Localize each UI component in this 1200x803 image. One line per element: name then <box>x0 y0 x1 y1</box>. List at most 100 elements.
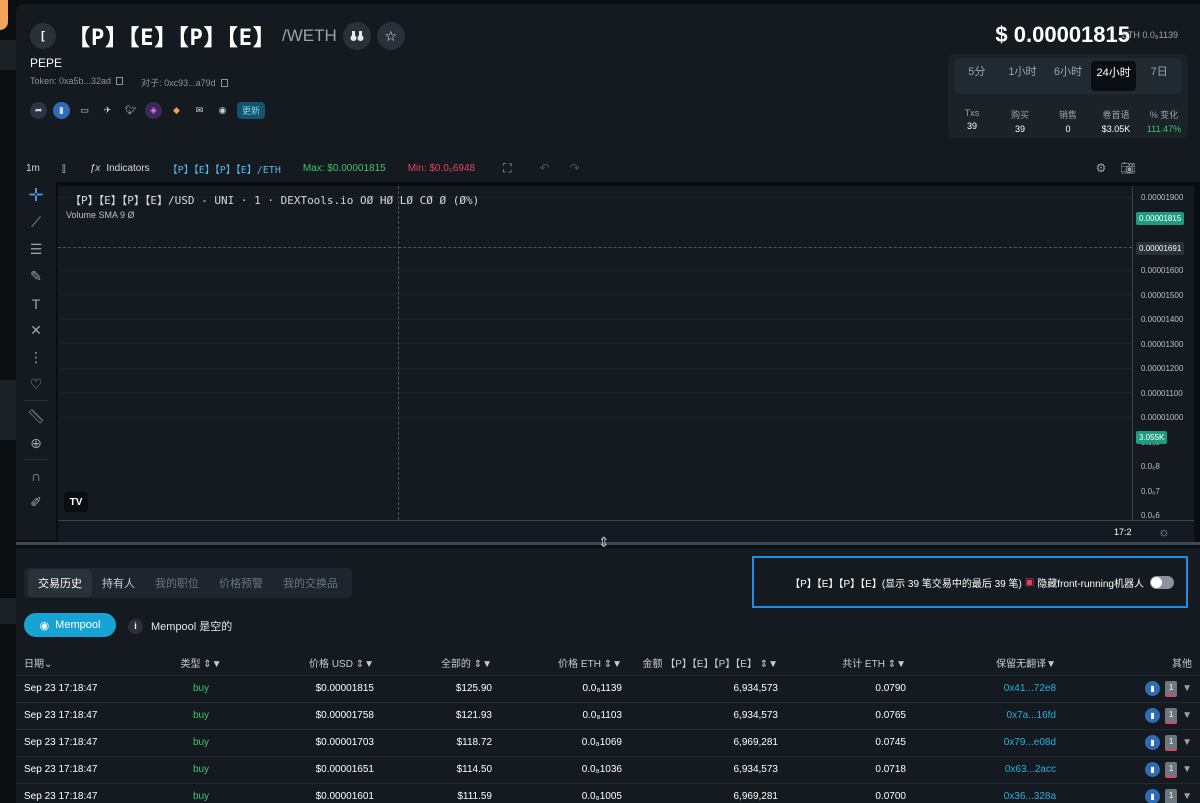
copy-icon[interactable] <box>116 77 124 85</box>
fib-tool-icon[interactable]: ☰ <box>16 236 56 263</box>
notification-tab[interactable] <box>0 0 8 30</box>
col-price-eth[interactable]: 价格 ETH ⇕▼ <box>500 651 630 675</box>
indicators-button[interactable]: ƒx Indicators <box>90 163 150 174</box>
chart-icon[interactable]: ▮ <box>53 102 70 119</box>
metamask-icon[interactable]: ◆ <box>168 102 185 119</box>
tab-my-positions[interactable]: 我的职位 <box>145 569 209 597</box>
trades-table: 日期⌄ 类型 ⇕▼ 价格 USD ⇕▼ 全部的 ⇕▼ 价格 ETH ⇕▼ 金额 … <box>16 651 1200 803</box>
cell-amount: 6,969,281 <box>630 782 786 803</box>
email-icon[interactable]: ✉ <box>191 102 208 119</box>
cell-total: $111.59 <box>382 782 500 803</box>
interval-selector[interactable]: 1m <box>26 163 40 174</box>
col-price-usd[interactable]: 价格 USD ⇕▼ <box>256 651 382 675</box>
settings-gear-icon[interactable]: ⚙ <box>1096 161 1107 175</box>
tx-count-badge[interactable]: 1 <box>1165 680 1178 697</box>
time-axis[interactable]: 17:2 ☼ <box>58 520 1194 542</box>
table-row[interactable]: Sep 23 17:18:47 buy $0.00001651 $114.50 0.0₈… <box>16 755 1200 783</box>
ruler-tool-icon[interactable]: 📏︎ <box>16 403 56 430</box>
cell-maker[interactable]: 0x63...2acc <box>914 755 1064 783</box>
cell-amount: 6,934,573 <box>630 701 786 729</box>
tab-holders[interactable]: 持有人 <box>92 569 145 597</box>
zoom-in-icon[interactable]: ⊕ <box>16 430 56 457</box>
table-row[interactable]: Sep 23 17:18:47 buy $0.00001601 $111.59 0.0₈… <box>16 782 1200 803</box>
robot-icon: ▣ <box>1024 576 1035 588</box>
table-row[interactable]: Sep 23 17:18:47 buy $0.00001815 $125.90 0.0₈… <box>16 674 1200 702</box>
pair-address[interactable]: 对子: 0xc93...a79d <box>141 76 228 89</box>
tab-6h[interactable]: 6小时 <box>1045 58 1091 94</box>
share-icon[interactable]: ➦ <box>30 102 47 119</box>
price-chart[interactable]: 【P】【E】【P】【E】/USD - UNI · 1 · DEXTools.io… <box>58 186 1132 520</box>
info-icon: i <box>128 618 143 634</box>
text-tool-icon[interactable]: T <box>16 290 56 317</box>
cell-maker[interactable]: 0x7a...16fd <box>914 701 1064 729</box>
fullscreen-icon[interactable]: ⛶ <box>503 161 511 176</box>
stats-grid: Txs 39 购买 39 销售 0 卷首语 $3.05K % 变化 111.47% <box>948 108 1188 134</box>
col-total-eth[interactable]: 共计 ETH ⇕▼ <box>786 651 914 675</box>
cell-other: ▮ 1 ▼ <box>1064 728 1200 756</box>
filter-icon[interactable]: ▼ <box>1182 710 1192 721</box>
cell-total-eth: 0.0700 <box>786 782 914 803</box>
tab-price-alerts[interactable]: 价格预警 <box>209 569 273 597</box>
projection-tool-icon[interactable]: ⋮ <box>16 344 56 371</box>
table-row[interactable]: Sep 23 17:18:47 buy $0.00001758 $121.93 0.0₈… <box>16 701 1200 729</box>
col-amount[interactable]: 金额 【P】【E】【P】【E】 ⇕▼ <box>630 651 786 675</box>
lock-drawing-icon[interactable]: ✐ <box>16 489 56 516</box>
token-address[interactable]: Token: 0xa5b...32ad <box>30 76 124 89</box>
tradingview-logo[interactable]: TV <box>64 492 88 512</box>
telegram-icon[interactable]: ✈ <box>99 102 116 119</box>
camera-icon[interactable]: 📷︎ <box>1120 161 1135 175</box>
tab-24h[interactable]: 24小时 <box>1090 61 1137 91</box>
candle-type-icon[interactable]: ⫾ <box>62 161 66 176</box>
cell-maker[interactable]: 0x79...e08d <box>914 728 1064 756</box>
undo-icon[interactable]: ↶ <box>540 161 550 175</box>
redo-icon[interactable]: ↷ <box>570 161 580 175</box>
social-links: ➦ ▮ ▭ ✈ 🐦︎ ◈ ◆ ✉ ◉ 更新 <box>30 102 266 119</box>
tab-trade-history[interactable]: 交易历史 <box>28 569 92 597</box>
tab-7d[interactable]: 7日 <box>1136 58 1182 94</box>
tx-count-badge[interactable]: 1 <box>1165 761 1178 778</box>
discord-icon[interactable]: ◉ <box>214 102 231 119</box>
tx-count-badge[interactable]: 1 <box>1165 788 1178 803</box>
twitter-icon[interactable]: 🐦︎ <box>122 102 139 119</box>
dextools-icon[interactable]: ◈ <box>145 102 162 119</box>
filter-icon[interactable]: ▼ <box>1182 683 1192 694</box>
brush-tool-icon[interactable]: ✎ <box>16 263 56 290</box>
heart-icon[interactable]: ♡ <box>16 371 56 398</box>
filter-icon[interactable]: ▼ <box>1182 737 1192 748</box>
chart-icon[interactable]: ▮ <box>1145 681 1161 696</box>
binoculars-icon[interactable] <box>342 22 371 50</box>
update-badge[interactable]: 更新 <box>237 102 266 119</box>
stats-panel: 5分 1小时 6小时 24小时 7日 Txs 39 购买 39 销售 0 卷首语 $3.… <box>948 54 1188 138</box>
mempool-button[interactable]: ◉ Mempool <box>24 613 116 637</box>
chart-icon[interactable]: ▮ <box>1145 789 1161 803</box>
trendline-tool-icon[interactable]: ⟋ <box>16 209 56 236</box>
website-icon[interactable]: ▭ <box>76 102 93 119</box>
chart-icon[interactable]: ▮ <box>1145 735 1161 750</box>
tab-1h[interactable]: 1小时 <box>1000 58 1046 94</box>
filter-icon[interactable]: ▼ <box>1182 764 1192 775</box>
pattern-tool-icon[interactable]: ✕ <box>16 317 56 344</box>
price-eth: ETH 0.0₈1139 <box>1121 30 1178 40</box>
chart-icon[interactable]: ▮ <box>1145 762 1161 777</box>
tab-5m[interactable]: 5分 <box>954 58 1000 94</box>
favorite-star-icon[interactable]: ☆ <box>376 22 405 50</box>
cell-maker[interactable]: 0x41...72e8 <box>914 674 1064 702</box>
cell-maker[interactable]: 0x36...328a <box>914 782 1064 803</box>
copy-icon[interactable] <box>220 79 228 87</box>
tx-count-badge[interactable]: 1 <box>1165 734 1178 751</box>
col-type[interactable]: 类型 ⇕▼ <box>146 651 256 675</box>
cell-total: $118.72 <box>382 728 500 756</box>
table-row[interactable]: Sep 23 17:18:47 buy $0.00001703 $118.72 0.0₈… <box>16 728 1200 756</box>
tx-count-badge[interactable]: 1 <box>1165 707 1178 724</box>
hide-bots-toggle[interactable] <box>1150 575 1174 589</box>
chart-icon[interactable]: ▮ <box>1145 708 1161 723</box>
col-total[interactable]: 全部的 ⇕▼ <box>382 651 500 675</box>
filter-icon[interactable]: ▼ <box>1182 791 1192 802</box>
tab-my-swaps[interactable]: 我的交换品 <box>273 569 348 597</box>
col-maker[interactable]: 保留无翻译▼ <box>914 651 1064 675</box>
magnet-icon[interactable]: ∩ <box>16 462 56 489</box>
col-date[interactable]: 日期⌄ <box>16 651 146 675</box>
crosshair-tool-icon[interactable]: ✛ <box>16 182 56 209</box>
axis-settings-icon[interactable]: ☼ <box>1158 524 1170 539</box>
price-axis[interactable]: 0.00001900 0.00001815 0.00001691 0.00001… <box>1132 186 1194 520</box>
